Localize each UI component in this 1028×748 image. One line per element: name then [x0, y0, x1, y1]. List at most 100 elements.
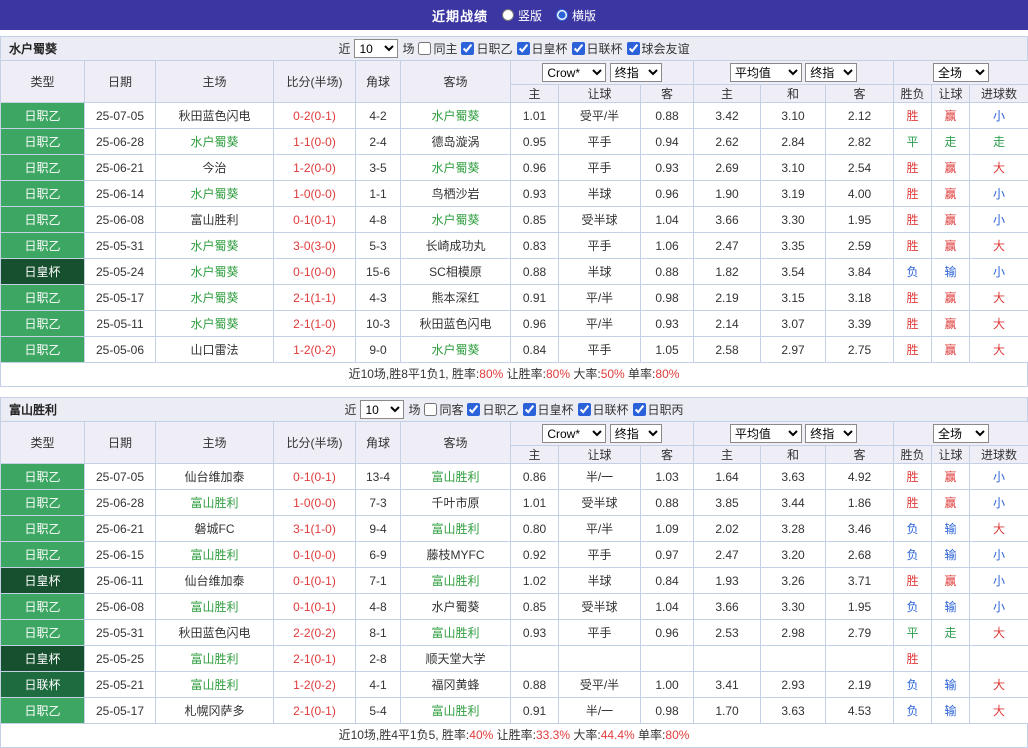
avg-odds-select[interactable]: 平均值	[730, 63, 802, 82]
filter-checkbox[interactable]: 日联杯	[578, 401, 629, 418]
home-team[interactable]: 山口雷法	[156, 337, 274, 363]
away-team[interactable]: 富山胜利	[401, 568, 511, 594]
score[interactable]: 2-1(0-1)	[274, 646, 356, 672]
away-team[interactable]: 德岛漩涡	[401, 129, 511, 155]
home-team[interactable]: 富山胜利	[156, 490, 274, 516]
away-team[interactable]: 水户蜀葵	[401, 207, 511, 233]
layout-option-vertical[interactable]: 竖版	[502, 7, 542, 24]
home-team[interactable]: 秋田蓝色闪电	[156, 103, 274, 129]
away-team[interactable]: 富山胜利	[401, 516, 511, 542]
score[interactable]: 0-2(0-1)	[274, 103, 356, 129]
horizontal-radio[interactable]	[556, 9, 568, 21]
filter-checkbox[interactable]: 日皇杯	[517, 40, 568, 57]
scope-select[interactable]: 全场	[933, 63, 989, 82]
score[interactable]: 1-0(0-0)	[274, 490, 356, 516]
score[interactable]: 0-1(0-0)	[274, 542, 356, 568]
filter-checkbox[interactable]: 日职乙	[467, 401, 518, 418]
score[interactable]: 1-0(0-0)	[274, 181, 356, 207]
filter-checkbox[interactable]: 日职乙	[461, 40, 512, 57]
odds-source-select[interactable]: Crow*	[542, 63, 606, 82]
away-team[interactable]: 水户蜀葵	[401, 155, 511, 181]
away-team[interactable]: 长崎成功丸	[401, 233, 511, 259]
layout-option-horizontal[interactable]: 横版	[556, 7, 596, 24]
home-team[interactable]: 富山胜利	[156, 594, 274, 620]
avg-home: 3.66	[694, 594, 761, 620]
home-team[interactable]: 仙台维加泰	[156, 568, 274, 594]
odds-away: 0.96	[641, 620, 694, 646]
match-count-select[interactable]: 10	[354, 39, 398, 58]
col-away: 客场	[401, 422, 511, 464]
home-team[interactable]: 水户蜀葵	[156, 129, 274, 155]
checkbox-input[interactable]	[461, 42, 474, 55]
home-team[interactable]: 水户蜀葵	[156, 311, 274, 337]
home-team[interactable]: 富山胜利	[156, 672, 274, 698]
filter-checkbox[interactable]: 同客	[424, 401, 463, 418]
checkbox-input[interactable]	[572, 42, 585, 55]
away-team[interactable]: 富山胜利	[401, 620, 511, 646]
vertical-radio[interactable]	[502, 9, 514, 21]
away-team[interactable]: 水户蜀葵	[401, 337, 511, 363]
away-team[interactable]: 熊本深红	[401, 285, 511, 311]
checkbox-input[interactable]	[633, 403, 646, 416]
score[interactable]: 1-2(0-0)	[274, 155, 356, 181]
score[interactable]: 0-1(0-1)	[274, 568, 356, 594]
home-team[interactable]: 富山胜利	[156, 207, 274, 233]
checkbox-input[interactable]	[517, 42, 530, 55]
score[interactable]: 3-0(3-0)	[274, 233, 356, 259]
away-team[interactable]: 千叶市原	[401, 490, 511, 516]
filter-checkbox[interactable]: 球会友谊	[627, 40, 690, 57]
home-team[interactable]: 秋田蓝色闪电	[156, 620, 274, 646]
odds-time-select[interactable]: 终指	[610, 424, 662, 443]
score[interactable]: 2-1(1-1)	[274, 285, 356, 311]
odds-time-select[interactable]: 终指	[610, 63, 662, 82]
odds-source-select[interactable]: Crow*	[542, 424, 606, 443]
away-team[interactable]: 富山胜利	[401, 698, 511, 724]
away-team[interactable]: 水户蜀葵	[401, 103, 511, 129]
score[interactable]: 2-1(0-1)	[274, 698, 356, 724]
match-count-select[interactable]: 10	[360, 400, 404, 419]
score[interactable]: 1-2(0-2)	[274, 672, 356, 698]
filter-checkbox[interactable]: 日联杯	[572, 40, 623, 57]
checkbox-input[interactable]	[578, 403, 591, 416]
avg-odds-header: 平均值 终指	[694, 422, 894, 446]
away-team[interactable]: 藤枝MYFC	[401, 542, 511, 568]
score[interactable]: 0-1(0-1)	[274, 464, 356, 490]
home-team[interactable]: 水户蜀葵	[156, 233, 274, 259]
scope-select[interactable]: 全场	[933, 424, 989, 443]
home-team[interactable]: 仙台维加泰	[156, 464, 274, 490]
score[interactable]: 2-1(1-0)	[274, 311, 356, 337]
away-team[interactable]: 顺天堂大学	[401, 646, 511, 672]
home-team[interactable]: 富山胜利	[156, 646, 274, 672]
away-team[interactable]: 水户蜀葵	[401, 594, 511, 620]
checkbox-input[interactable]	[467, 403, 480, 416]
score[interactable]: 3-1(1-0)	[274, 516, 356, 542]
avg-odds-select[interactable]: 平均值	[730, 424, 802, 443]
score[interactable]: 1-1(0-0)	[274, 129, 356, 155]
away-team[interactable]: 鸟栖沙岩	[401, 181, 511, 207]
score[interactable]: 0-1(0-1)	[274, 207, 356, 233]
filter-checkbox[interactable]: 日皇杯	[523, 401, 574, 418]
home-team[interactable]: 磐城FC	[156, 516, 274, 542]
home-team[interactable]: 札幌冈萨多	[156, 698, 274, 724]
home-team[interactable]: 水户蜀葵	[156, 285, 274, 311]
checkbox-input[interactable]	[418, 42, 431, 55]
filter-checkbox[interactable]: 同主	[418, 40, 457, 57]
score[interactable]: 2-2(0-2)	[274, 620, 356, 646]
avg-time-select[interactable]: 终指	[805, 424, 857, 443]
checkbox-input[interactable]	[424, 403, 437, 416]
checkbox-input[interactable]	[627, 42, 640, 55]
score[interactable]: 0-1(0-1)	[274, 594, 356, 620]
away-team[interactable]: 福冈黄蜂	[401, 672, 511, 698]
home-team[interactable]: 水户蜀葵	[156, 181, 274, 207]
score[interactable]: 0-1(0-0)	[274, 259, 356, 285]
avg-time-select[interactable]: 终指	[805, 63, 857, 82]
home-team[interactable]: 水户蜀葵	[156, 259, 274, 285]
filter-checkbox[interactable]: 日职丙	[633, 401, 684, 418]
away-team[interactable]: SC相模原	[401, 259, 511, 285]
checkbox-input[interactable]	[523, 403, 536, 416]
away-team[interactable]: 秋田蓝色闪电	[401, 311, 511, 337]
home-team[interactable]: 富山胜利	[156, 542, 274, 568]
score[interactable]: 1-2(0-2)	[274, 337, 356, 363]
home-team[interactable]: 今治	[156, 155, 274, 181]
away-team[interactable]: 富山胜利	[401, 464, 511, 490]
